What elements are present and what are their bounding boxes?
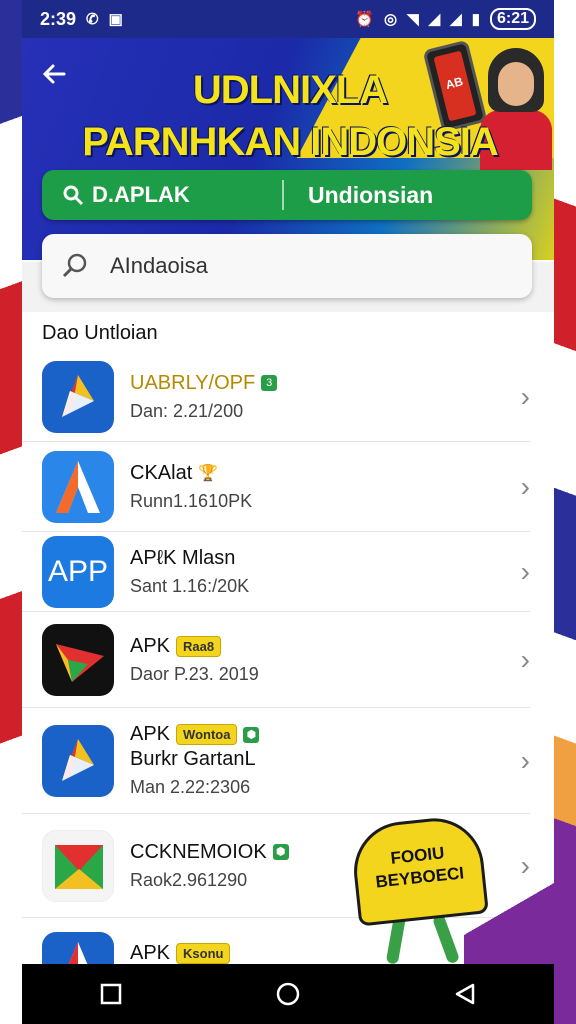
signal-icon: ◢ [428, 11, 441, 28]
section-title: Dao Untloian [42, 322, 158, 344]
back-button[interactable] [445, 974, 485, 1014]
app-name: CCKNEMOIOK [130, 840, 267, 863]
promo-header: AB UDLNIXLA PARNHKAN INDONSIA D.APLAK Un… [22, 38, 554, 260]
app-subtitle: Dan: 2.21/200 [130, 400, 244, 421]
app-name: APK [130, 723, 171, 745]
message-icon: ▣ [108, 11, 123, 28]
flag-decoration-right [552, 0, 576, 1024]
app-name-secondary: Burkr GartanL [130, 748, 256, 770]
chevron-right-icon: › [520, 470, 530, 502]
filter-left-button[interactable]: D.APLAK [42, 182, 282, 208]
signal-icon: ◢ [450, 11, 462, 28]
search-value: AIndaoisa [110, 253, 208, 278]
app-subtitle: Sant 1.16:/20K [130, 575, 250, 596]
filter-left-label: D.APLAK [92, 182, 190, 207]
promo-title: UDLNIXLA PARNHKAN INDONSIA [50, 64, 530, 168]
battery-level: 6:21 [489, 8, 536, 30]
app-name: UABRLY/OPF [130, 371, 256, 394]
list-item[interactable]: APP APℓK Mlasn Sant 1.16:/20K › [22, 532, 530, 612]
vpn-icon: ◎ [383, 11, 398, 28]
chevron-right-icon: › [520, 380, 530, 412]
promo-title-line2: PARNHKAN INDONSIA [82, 120, 499, 164]
app-name: APK [130, 942, 171, 964]
filter-right-button[interactable]: Undionsian [284, 182, 532, 209]
whatsapp-icon: ✆ [86, 11, 99, 28]
app-name: APK [130, 634, 171, 657]
app-subtitle: Runn1.1610PK [130, 490, 253, 511]
search-icon [62, 253, 87, 278]
alarm-icon: ⏰ [355, 11, 374, 28]
chevron-right-icon: › [520, 643, 530, 675]
status-bar: 2:39 ✆ ▣ ⏰ ◎ ◥ ◢ ◢ ▮ 6:21 [22, 0, 554, 38]
app-icon-envelope [42, 829, 114, 902]
app-badge: Ksonu [176, 943, 231, 964]
trophy-icon: 🏆 [198, 465, 219, 482]
shield-icon: ⬢ [272, 844, 289, 860]
shield-icon: ⬢ [243, 726, 260, 743]
battery-icon: ▮ [471, 11, 480, 28]
status-time: 2:39 [40, 8, 77, 29]
list-item[interactable]: UABRLY/OPF 3 Dan: 2.21/200 › [22, 352, 530, 442]
search-input[interactable]: AIndaoisa [42, 234, 532, 298]
search-icon [63, 185, 84, 206]
phone-screen: 2:39 ✆ ▣ ⏰ ◎ ◥ ◢ ◢ ▮ 6:21 AB UDLNIXLA PA… [22, 0, 554, 1024]
app-subtitle: Daor P.23. 2019 [130, 663, 259, 684]
app-subtitle: Man 2.22:2306 [130, 777, 251, 797]
app-tag: 3 [261, 375, 278, 391]
circle-icon [276, 982, 300, 1006]
chevron-right-icon: › [520, 555, 530, 587]
home-button[interactable] [268, 974, 308, 1014]
flag-decoration-left [0, 0, 24, 1024]
app-badge: Wontoa [176, 724, 238, 745]
app-badge: Raa8 [176, 635, 222, 657]
list-item[interactable]: APK Wontoa ⬢ Burkr GartanL Man 2.22:2306 › [22, 708, 530, 814]
app-name: APℓK Mlasn [130, 546, 236, 569]
list-item[interactable]: APK Raa8 Daor P.23. 2019 › [22, 612, 530, 708]
wifi-icon: ◥ [407, 11, 419, 28]
list-item[interactable]: CKAlat 🏆 Runn1.1610PK › [22, 442, 530, 532]
app-name: CKAlat [130, 461, 193, 484]
app-icon-star [42, 724, 114, 797]
recent-apps-button[interactable] [91, 974, 131, 1014]
chevron-right-icon: › [520, 744, 530, 776]
app-icon-play [42, 623, 114, 696]
app-icon-app-text: APP [42, 535, 114, 608]
navigation-bar [22, 964, 554, 1024]
app-icon-star [42, 360, 114, 433]
square-icon [100, 983, 121, 1005]
filter-bar: D.APLAK Undionsian [42, 170, 532, 220]
triangle-back-icon [456, 983, 475, 1005]
promo-title-line1: UDLNIXLA [192, 68, 388, 112]
app-icon-a-letter [42, 450, 114, 523]
